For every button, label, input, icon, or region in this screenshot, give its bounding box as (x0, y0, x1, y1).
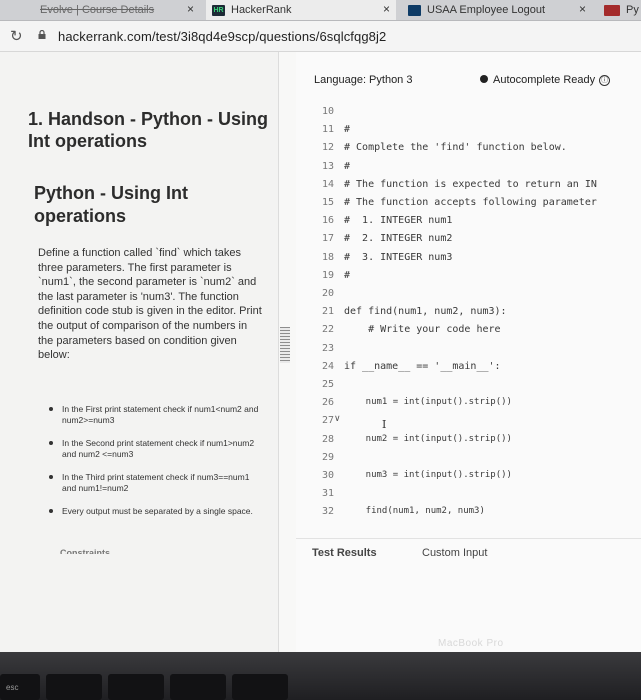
close-tab-icon[interactable]: × (579, 2, 586, 16)
autocomplete-label: Autocomplete Ready (493, 74, 596, 86)
line-number: 25 (321, 379, 334, 390)
line-number: 27 (321, 415, 334, 427)
tab-label: Py (626, 4, 639, 16)
url-field[interactable]: hackerrank.com/test/3i8qd4e9scp/question… (58, 29, 386, 44)
tab-custom-input[interactable]: Custom Input (422, 547, 487, 559)
hackerrank-favicon-icon: HR (212, 4, 225, 16)
line-number: 32 (321, 506, 334, 518)
line-number: 26 (321, 397, 334, 409)
list-item: In the Third print statement check if nu… (49, 472, 262, 494)
line-number: 13 (321, 160, 334, 172)
esc-key: esc (0, 674, 40, 700)
line-number: 16 (321, 215, 334, 227)
launchpad-key (232, 674, 288, 700)
line-number: 22 (321, 324, 334, 336)
reload-icon[interactable]: ↻ (10, 27, 23, 45)
autocomplete-toggle[interactable]: Autocomplete Ready ⓘ (480, 74, 611, 86)
code-line[interactable]: # 3. INTEGER num3 (344, 252, 452, 263)
site-favicon-icon (604, 4, 620, 16)
list-item: In the Second print statement check if n… (49, 438, 262, 460)
problem-panel: 1. Handson - Python - Using Int operatio… (0, 52, 279, 652)
code-line[interactable]: # The function is expected to return an … (344, 179, 597, 190)
device-bezel-label: MacBook Pro (438, 638, 504, 649)
brightness-up-key (108, 674, 164, 700)
line-number: 19 (321, 269, 334, 281)
hackerrank-test-page: 1. Handson - Python - Using Int operatio… (0, 52, 641, 652)
code-line[interactable]: num1 = int(input().strip()) (344, 397, 512, 407)
list-item: In the First print statement check if nu… (49, 404, 262, 426)
code-line[interactable]: # Write your code here (344, 324, 500, 335)
lock-icon (38, 30, 46, 39)
brightness-down-key (46, 674, 102, 700)
tab-usaa-logout[interactable]: USAA Employee Logout × (402, 0, 592, 20)
usaa-favicon-icon (408, 4, 421, 16)
code-line[interactable]: # (344, 270, 350, 281)
line-number: 24 (321, 360, 334, 372)
line-number: 23 (321, 342, 334, 354)
line-number: 15 (321, 197, 334, 208)
code-line[interactable]: # The function accepts following paramet… (344, 197, 597, 208)
code-line[interactable]: # 1. INTEGER num1 (344, 215, 452, 226)
tab-python[interactable]: Py (598, 0, 641, 20)
line-number: 18 (321, 251, 334, 263)
line-number: 20 (321, 288, 334, 299)
condition-list: In the First print statement check if nu… (49, 404, 262, 529)
close-tab-icon[interactable]: × (187, 2, 194, 16)
code-line[interactable]: if __name__ == '__main__': (344, 361, 501, 372)
line-number: 10 (321, 106, 334, 117)
line-number: 11 (321, 124, 334, 136)
tab-course-details[interactable]: Evolve | Course Details × (0, 0, 200, 20)
line-number: 31 (321, 488, 334, 500)
browser-tab-strip: Evolve | Course Details × HR HackerRank … (0, 0, 641, 21)
code-line[interactable]: def find(num1, num2, num3): (344, 306, 507, 317)
line-number: 30 (321, 470, 334, 481)
line-number: 12 (321, 142, 334, 154)
statement-title: Python - Using Int operations (34, 183, 188, 226)
code-line[interactable]: num2 = int(input().strip()) (344, 434, 512, 444)
code-line[interactable]: # 2. INTEGER num2 (344, 233, 452, 244)
problem-title: 1. Handson - Python - Using Int operatio… (28, 109, 269, 151)
fold-chevron-icon[interactable]: ∨ (334, 413, 341, 424)
close-tab-icon[interactable]: × (383, 2, 390, 16)
mission-control-key (170, 674, 226, 700)
tab-label: Evolve | Course Details (40, 4, 155, 16)
language-selector[interactable]: Language: Python 3 (314, 74, 412, 86)
line-number: 14 (321, 178, 334, 190)
line-number: 29 (321, 451, 334, 463)
tab-hackerrank[interactable]: HR HackerRank × (206, 0, 396, 20)
code-line[interactable]: # (344, 124, 350, 135)
address-bar: ↻ hackerrank.com/test/3i8qd4e9scp/questi… (0, 21, 641, 52)
code-line[interactable]: # (344, 161, 350, 172)
code-line[interactable]: num3 = int(input().strip()) (344, 470, 512, 480)
line-number: 17 (321, 233, 334, 245)
code-editor-panel: Language: Python 3 Autocomplete Ready ⓘ 1… (296, 52, 641, 652)
panel-resize-handle[interactable] (280, 327, 290, 363)
code-editor[interactable]: 10 11 #12 # Complete the 'find' function be… (296, 102, 641, 522)
line-number: 21 (321, 306, 334, 318)
info-icon[interactable]: ⓘ (599, 75, 611, 86)
list-item: Every output must be separated by a sing… (49, 506, 262, 517)
tab-label: HackerRank (231, 4, 292, 16)
tab-test-results[interactable]: Test Results (312, 547, 377, 559)
laptop-keyboard: esc (0, 652, 641, 700)
constraints-heading: Constraints (60, 548, 111, 554)
text-cursor-icon: I (382, 418, 387, 431)
code-line[interactable]: # Complete the 'find' function below. (344, 142, 567, 153)
line-number: 28 (321, 433, 334, 445)
problem-description: Define a function called `find` which ta… (38, 247, 262, 362)
toggle-dot-icon (480, 75, 488, 83)
tab-label: USAA Employee Logout (427, 4, 546, 16)
results-tabs: Test Results Custom Input (296, 538, 641, 565)
code-line[interactable]: find(num1, num2, num3) (344, 506, 485, 516)
